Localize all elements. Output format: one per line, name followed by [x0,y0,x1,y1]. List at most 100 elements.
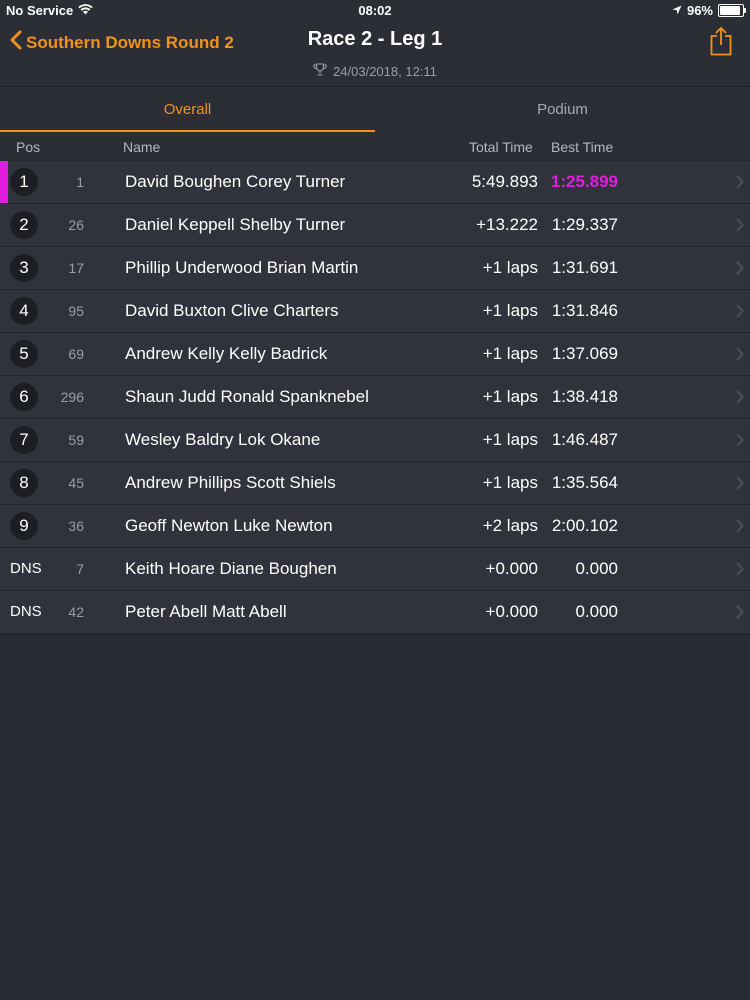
position-badge: 5 [10,340,38,368]
share-button[interactable] [710,26,732,61]
driver-names: Daniel Keppell Shelby Turner [125,215,346,234]
position-badge: 8 [10,469,38,497]
car-number: 26 [68,217,84,233]
fastest-lap-marker [0,161,8,203]
position-badge: 9 [10,512,38,540]
driver-names: David Boughen Corey Turner [125,172,346,191]
tab-podium-label: Podium [537,101,588,118]
car-number: 1 [76,174,84,190]
column-header-best-time: Best Time [551,139,614,155]
driver-names: Keith Hoare Diane Boughen [125,559,337,578]
page-title: Race 2 - Leg 1 [307,28,443,50]
race-datetime: 24/03/2018, 12:11 [333,63,437,79]
column-header-pos: Pos [16,139,41,155]
table-row[interactable]: 8 45 Andrew Phillips Scott Shiels +1 laps 1:… [0,462,750,505]
table-row[interactable]: 6 296 Shaun Judd Ronald Spanknebel +1 laps 1… [0,376,750,419]
table-row[interactable]: 4 95 David Buxton Clive Charters +1 laps 1:3… [0,290,750,333]
table-row[interactable]: 7 59 Wesley Baldry Lok Okane +1 laps 1:46.48… [0,419,750,462]
total-time: +1 laps [482,301,538,320]
car-number: 36 [68,518,84,534]
total-time: 5:49.893 [471,172,538,191]
tab-overall[interactable]: Overall [0,87,375,132]
results-table: 1 1 David Boughen Corey Turner 5:49.893 1:25… [0,161,750,634]
total-time: +1 laps [482,258,538,277]
page-subtitle: 24/03/2018, 12:11 [0,63,750,79]
table-row[interactable]: 1 1 David Boughen Corey Turner 5:49.893 1:25… [0,161,750,204]
chevron-right-icon [736,519,744,536]
car-number: 42 [68,604,84,620]
position-badge: 4 [10,297,38,325]
best-time: 1:29.337 [551,215,618,234]
chevron-right-icon [736,476,744,493]
tab-bar: Overall Podium [0,87,750,132]
status-right: 96% [672,3,746,18]
best-time: 1:25.899 [550,172,618,191]
driver-names: David Buxton Clive Charters [125,301,339,320]
table-row[interactable]: 3 17 Phillip Underwood Brian Martin +1 laps… [0,247,750,290]
total-time: +1 laps [482,473,538,492]
chevron-right-icon [736,390,744,407]
driver-names: Phillip Underwood Brian Martin [125,258,359,277]
tab-overall-label: Overall [163,101,212,118]
best-time: 1:46.487 [551,430,618,449]
driver-names: Andrew Phillips Scott Shiels [125,473,336,492]
best-time: 2:00.102 [551,516,618,535]
driver-names: Geoff Newton Luke Newton [125,516,333,535]
column-header-name: Name [123,139,161,155]
chevron-right-icon [736,433,744,450]
total-time: +0.000 [485,559,538,578]
car-number: 69 [68,346,84,362]
location-arrow-icon [672,3,682,18]
battery-icon [718,4,746,17]
table-row[interactable]: 9 36 Geoff Newton Luke Newton +2 laps 2:00.1… [0,505,750,548]
driver-names: Peter Abell Matt Abell [125,602,287,621]
position-badge: 1 [10,168,38,196]
best-time: 1:37.069 [551,344,618,363]
driver-names: Wesley Baldry Lok Okane [125,430,321,449]
best-time: 0.000 [575,602,618,621]
car-number: 59 [68,432,84,448]
car-number: 95 [68,303,84,319]
status-time: 08:02 [358,3,392,18]
total-time: +2 laps [482,516,538,535]
table-row[interactable]: DNS 7 Keith Hoare Diane Boughen +0.000 0.000 [0,548,750,591]
table-row[interactable]: DNS 42 Peter Abell Matt Abell +0.000 0.000 [0,591,750,634]
driver-names: Shaun Judd Ronald Spanknebel [125,387,369,406]
tab-podium[interactable]: Podium [375,87,750,132]
position-badge: 2 [10,211,38,239]
navigation-bar: Southern Downs Round 2 Race 2 - Leg 1 24… [0,20,750,87]
total-time: +1 laps [482,344,538,363]
total-time: +0.000 [485,602,538,621]
position-badge: 3 [10,254,38,282]
table-row[interactable]: 5 69 Andrew Kelly Kelly Badrick +1 laps 1:37… [0,333,750,376]
car-number: 296 [60,389,84,405]
results-table-header: Pos Name Total Time Best Time [0,132,750,160]
total-time: +1 laps [482,430,538,449]
share-icon [710,26,732,60]
car-number: 45 [68,475,84,491]
best-time: 0.000 [575,559,618,578]
trophy-icon [313,63,327,79]
best-time: 1:31.846 [551,301,618,320]
position-badge: 6 [10,383,38,411]
chevron-right-icon [736,261,744,278]
chevron-right-icon [736,605,744,622]
chevron-right-icon [736,347,744,364]
chevron-right-icon [736,304,744,321]
status-bar: No Service 08:02 96% [0,0,750,20]
best-time: 1:31.691 [551,258,618,277]
best-time: 1:38.418 [551,387,618,406]
chevron-right-icon [736,175,744,192]
total-time: +1 laps [482,387,538,406]
driver-names: Andrew Kelly Kelly Badrick [125,344,328,363]
chevron-right-icon [736,562,744,579]
position-badge: DNS [10,560,42,577]
table-row[interactable]: 2 26 Daniel Keppell Shelby Turner +13.222 1:… [0,204,750,247]
column-header-total-time: Total Time [469,139,533,155]
position-badge: DNS [10,603,42,620]
total-time: +13.222 [476,215,538,234]
car-number: 17 [68,260,84,276]
car-number: 7 [76,561,84,577]
best-time: 1:35.564 [551,473,618,492]
chevron-right-icon [736,218,744,235]
